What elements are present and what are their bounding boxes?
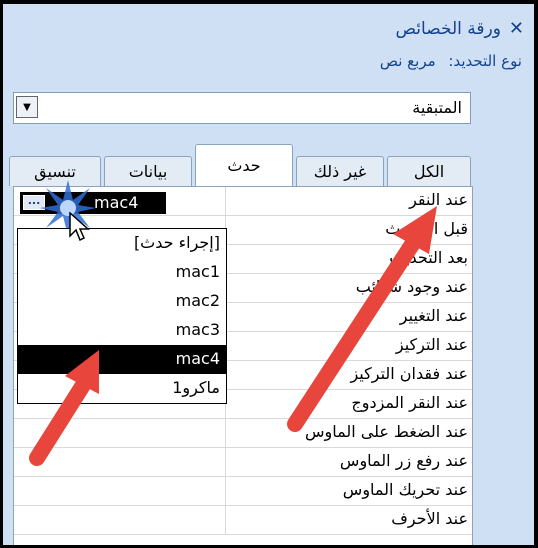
tab-all[interactable]: الكل (387, 156, 471, 186)
dropdown-item-label: mac1 (175, 262, 220, 281)
property-name: عند التركيز (395, 335, 468, 354)
property-name: عند النقر (409, 190, 468, 209)
property-row[interactable]: عند الأحرف (14, 506, 472, 535)
triangle-down-icon[interactable]: ▼ (16, 96, 38, 118)
tab-data[interactable]: بيانات (104, 156, 192, 186)
property-name: عند تحريك الماوس (342, 480, 468, 499)
dropdown-item[interactable]: mac3 (18, 316, 226, 345)
tab-data-label: بيانات (128, 162, 168, 181)
property-name: عند التغيير (399, 306, 468, 325)
dropdown-item[interactable]: mac1 (18, 258, 226, 287)
object-selector-combo[interactable]: ▼ المتبقية (13, 92, 471, 124)
dropdown-item-label: mac3 (175, 320, 220, 339)
selection-type-label: نوع التحديد: (448, 52, 522, 70)
property-name: قبل التحديث (385, 219, 468, 238)
property-row[interactable]: عند الضغط على الماوس (14, 419, 472, 448)
tab-event[interactable]: حدث (195, 144, 293, 186)
property-row[interactable]: عند رفع زر الماوس (14, 448, 472, 477)
close-icon[interactable]: ✕ (509, 18, 524, 39)
property-name: بعد التحديث (389, 248, 468, 267)
property-row[interactable]: عند تحريك الماوس (14, 477, 472, 506)
property-name: عند فقدان التركيز (350, 364, 468, 383)
property-sheet-header: ✕ ورقة الخصائص (395, 18, 524, 39)
property-value-cell[interactable] (14, 448, 226, 476)
property-value-cell[interactable] (14, 477, 226, 505)
dropdown-item[interactable]: [إجراء حدث] (18, 229, 226, 258)
event-dropdown-list[interactable]: [إجراء حدث] mac1 mac2 mac3 mac4 ماكرو1 (17, 228, 227, 404)
property-name: عند الضغط على الماوس (304, 422, 468, 441)
object-selector-value: المتبقية (412, 98, 462, 117)
tab-other[interactable]: غير ذلك (296, 156, 384, 186)
property-value-cell[interactable] (14, 506, 226, 534)
property-name: عند الأحرف (391, 509, 468, 528)
property-sheet-title: ورقة الخصائص (395, 18, 501, 39)
property-name: عند النقر المزدوج (351, 393, 468, 412)
panel-left-edge (3, 4, 13, 545)
selection-type: نوع التحديد: مربع نص (380, 52, 522, 70)
property-name: عند رفع زر الماوس (339, 451, 468, 470)
dropdown-item[interactable]: mac2 (18, 287, 226, 316)
mouse-cursor-icon (69, 212, 90, 242)
tab-event-label: حدث (227, 156, 261, 175)
property-sheet-panel: ✕ ورقة الخصائص نوع التحديد: مربع نص ▼ ال… (3, 4, 534, 545)
dropdown-item[interactable]: ماكرو1 (18, 374, 226, 403)
property-name: عند وجود شوائب (355, 277, 468, 296)
dropdown-item-label: mac2 (175, 291, 220, 310)
dropdown-item-selected[interactable]: mac4 (18, 345, 226, 374)
property-value-cell[interactable] (14, 419, 226, 447)
dropdown-item-label: [إجراء حدث] (133, 233, 220, 252)
event-value-text: mac4 (94, 193, 139, 212)
tab-other-label: غير ذلك (313, 162, 367, 181)
dropdown-item-label: mac4 (175, 349, 220, 368)
selection-type-value: مربع نص (379, 52, 436, 70)
dropdown-item-label: ماكرو1 (172, 378, 220, 397)
tab-all-label: الكل (413, 162, 445, 181)
